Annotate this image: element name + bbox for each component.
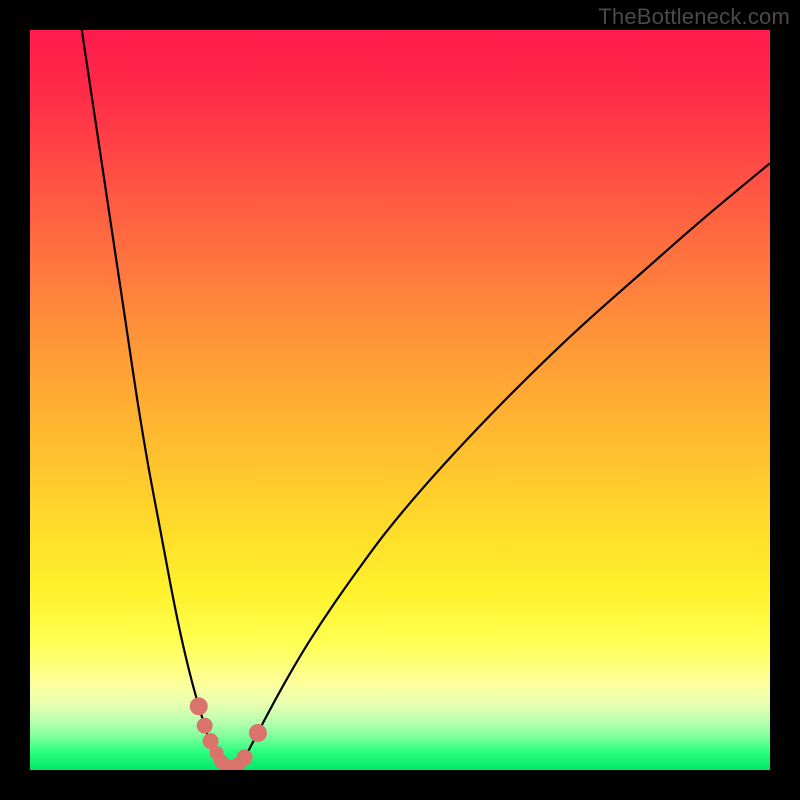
chart-frame: TheBottleneck.com <box>0 0 800 800</box>
curve-right <box>237 163 770 768</box>
watermark-text: TheBottleneck.com <box>598 4 790 30</box>
trough-marker-dot <box>197 718 213 734</box>
trough-marker-dot <box>237 749 253 765</box>
plot-area <box>30 30 770 770</box>
trough-marker-dot <box>190 697 208 715</box>
curve-layer <box>30 30 770 770</box>
trough-marker-dot <box>249 724 267 742</box>
curve-left <box>82 30 225 768</box>
trough-markers <box>190 697 267 770</box>
